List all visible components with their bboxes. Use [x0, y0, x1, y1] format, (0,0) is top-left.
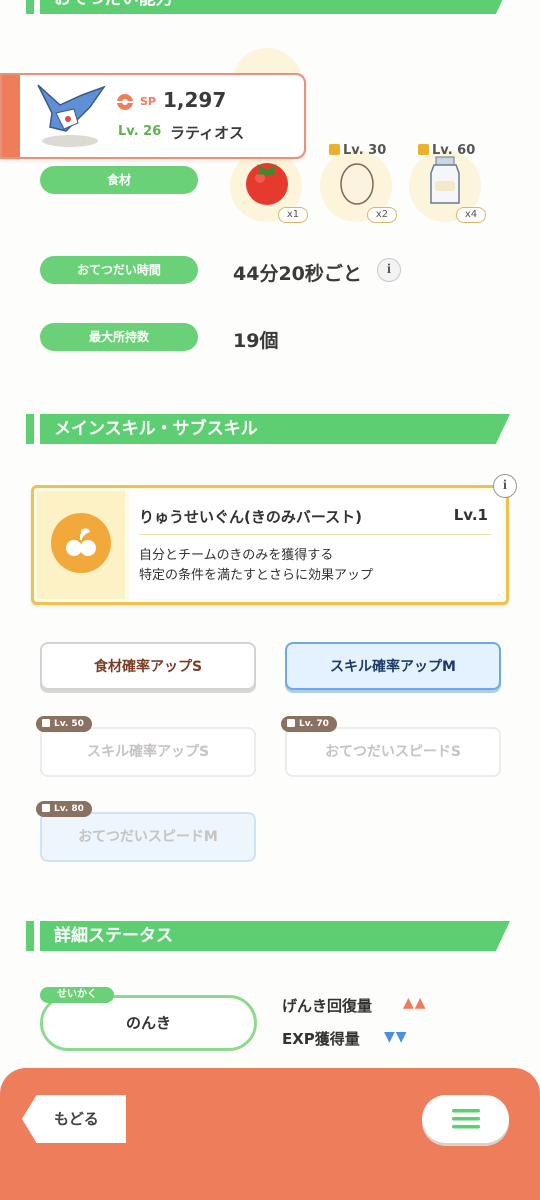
ingredient-qty: x2: [367, 207, 397, 223]
menu-button[interactable]: [422, 1095, 509, 1143]
main-skill-name: りゅうせいぐん(きのみバースト): [139, 508, 362, 526]
pokemon-name: ラティオス: [170, 124, 245, 142]
sub-skill-skill-trigger-m[interactable]: スキル確率アップM: [285, 642, 501, 690]
info-icon[interactable]: i: [377, 258, 401, 282]
back-label: もどる: [54, 1110, 99, 1128]
latios-icon: [37, 84, 106, 147]
help-time-label: おてつだい時間: [40, 256, 198, 284]
pokemon-card[interactable]: SP 1,297 Lv. 26 ラティオス: [0, 73, 306, 159]
lock-icon: [329, 144, 340, 155]
section-title: メインスキル・サブスキル: [40, 414, 510, 444]
ingredient-qty: x1: [278, 207, 308, 223]
section-header-help-ability: おてつだい能力: [26, 0, 510, 14]
stat-up-arrows: ▲▲: [403, 995, 427, 1011]
sp-icon: [117, 94, 133, 110]
footer-bar: もどる: [0, 1068, 540, 1200]
help-time-value: 44分20秒ごと: [233, 263, 362, 285]
section-header-skills: メインスキル・サブスキル: [26, 414, 510, 444]
pokemon-level: Lv. 26: [118, 124, 162, 139]
section-header-details: 詳細ステータス: [26, 921, 510, 951]
lock-icon: [42, 804, 50, 812]
berry-burst-icon: [51, 513, 111, 573]
section-title: おてつだい能力: [40, 0, 510, 14]
lock-icon: [287, 719, 295, 727]
max-carry-label: 最大所持数: [40, 323, 198, 351]
nature-tag: せいかく: [40, 987, 114, 1003]
divider: [139, 534, 491, 535]
stat-down-arrows: ▼▼: [384, 1029, 408, 1045]
main-skill-description: 自分とチームのきのみを獲得する 特定の条件を満たすとさらに効果アップ: [139, 548, 374, 583]
main-skill-level: Lv.1: [453, 506, 488, 524]
sub-skill-ingredient-finder-s[interactable]: 食材確率アップS: [40, 642, 256, 690]
nature-down-label: EXP獲得量: [282, 1030, 360, 1048]
ingredient-label: 食材: [40, 166, 198, 194]
lock-icon: [42, 719, 50, 727]
tomato-icon: [246, 163, 288, 205]
main-skill-card[interactable]: りゅうせいぐん(きのみバースト) Lv.1 自分とチームのきのみを獲得する 特定…: [31, 485, 509, 605]
lock-level-tag: Lv. 80: [36, 801, 92, 817]
egg-icon: [340, 163, 374, 205]
nature-value: のんき: [125, 1014, 171, 1032]
nature-box[interactable]: のんき: [40, 995, 257, 1051]
sub-skill-helping-speed-m[interactable]: おてつだいスピードM: [40, 812, 256, 862]
card-accent: [2, 75, 20, 157]
sub-skill-helping-speed-s[interactable]: おてつだいスピードS: [285, 727, 501, 777]
main-skill-info-icon[interactable]: i: [493, 474, 517, 498]
section-title: 詳細ステータス: [40, 921, 510, 951]
ingredient-qty: x4: [456, 207, 486, 223]
sp-label: SP: [140, 95, 156, 108]
sp-value: 1,297: [163, 88, 227, 112]
sub-skill-skill-trigger-s[interactable]: スキル確率アップS: [40, 727, 256, 777]
max-carry-value: 19個: [233, 330, 279, 352]
nature-up-label: げんき回復量: [282, 997, 373, 1015]
lock-icon: [418, 144, 429, 155]
hamburger-menu-icon: [452, 1109, 480, 1129]
ingredient-lock: Lv. 30: [329, 143, 386, 158]
milk-icon: [430, 156, 460, 204]
back-button[interactable]: もどる: [22, 1095, 126, 1143]
lock-level-tag: Lv. 70: [281, 716, 337, 732]
lock-level-tag: Lv. 50: [36, 716, 92, 732]
